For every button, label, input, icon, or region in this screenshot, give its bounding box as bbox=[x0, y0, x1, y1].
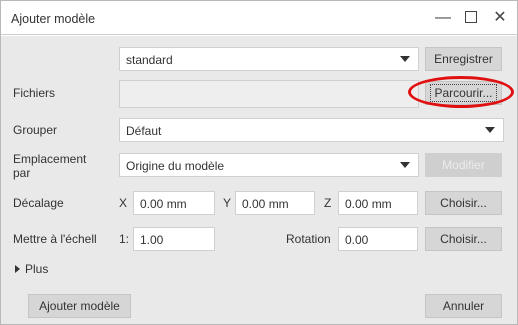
browse-button[interactable]: Parcourir... bbox=[425, 81, 502, 105]
chevron-down-icon bbox=[400, 56, 410, 62]
minimize-icon[interactable]: — bbox=[429, 6, 457, 30]
rotation-input[interactable]: 0.00 bbox=[338, 227, 418, 251]
more-toggle[interactable]: Plus bbox=[15, 262, 48, 276]
group-label: Grouper bbox=[13, 123, 58, 137]
files-label: Fichiers bbox=[13, 86, 56, 100]
offset-y-input[interactable]: 0.00 mm bbox=[235, 191, 315, 215]
location-label: Emplacement par bbox=[13, 152, 87, 180]
offset-x-label: X bbox=[119, 196, 128, 210]
location-select-value: Origine du modèle bbox=[126, 159, 225, 173]
offset-z-label: Z bbox=[324, 196, 332, 210]
scale-prefix: 1: bbox=[119, 232, 130, 246]
scale-label: Mettre à l'échell bbox=[13, 232, 97, 246]
group-select[interactable]: Défaut bbox=[119, 118, 504, 142]
window-title: Ajouter modèle bbox=[11, 12, 96, 26]
offset-y-value: 0.00 mm bbox=[242, 197, 289, 211]
modify-button[interactable]: Modifier bbox=[425, 153, 502, 177]
cancel-button[interactable]: Annuler bbox=[425, 294, 502, 318]
scale-value: 1.00 bbox=[140, 233, 164, 247]
template-select-value: standard bbox=[126, 53, 173, 67]
save-button[interactable]: Enregistrer bbox=[425, 47, 502, 71]
add-model-button[interactable]: Ajouter modèle bbox=[28, 294, 131, 318]
offset-label: Décalage bbox=[13, 196, 64, 210]
choose-offset-button[interactable]: Choisir... bbox=[425, 191, 502, 215]
more-label: Plus bbox=[25, 262, 49, 276]
choose-scale-button[interactable]: Choisir... bbox=[425, 227, 502, 251]
offset-z-input[interactable]: 0.00 mm bbox=[338, 191, 418, 215]
browse-button-label: Parcourir... bbox=[430, 84, 497, 102]
location-select[interactable]: Origine du modèle bbox=[119, 153, 419, 177]
title-bar[interactable]: Ajouter modèle — ✕ bbox=[1, 1, 517, 35]
offset-y-label: Y bbox=[223, 196, 232, 210]
group-select-value: Défaut bbox=[126, 124, 162, 138]
chevron-down-icon bbox=[400, 162, 410, 168]
chevron-right-icon bbox=[15, 265, 20, 273]
close-icon[interactable]: ✕ bbox=[486, 6, 514, 30]
chevron-down-icon bbox=[485, 127, 495, 133]
rotation-value: 0.00 bbox=[345, 233, 369, 247]
files-input[interactable] bbox=[119, 80, 419, 108]
offset-x-input[interactable]: 0.00 mm bbox=[133, 191, 215, 215]
scale-input[interactable]: 1.00 bbox=[133, 227, 215, 251]
maximize-icon[interactable] bbox=[457, 6, 485, 30]
add-model-dialog: Ajouter modèle — ✕ standard Enregistrer … bbox=[0, 0, 518, 325]
offset-x-value: 0.00 mm bbox=[140, 197, 187, 211]
offset-z-value: 0.00 mm bbox=[345, 197, 392, 211]
rotation-label: Rotation bbox=[286, 232, 331, 246]
template-select[interactable]: standard bbox=[119, 47, 419, 71]
dialog-body: standard Enregistrer Fichiers Parcourir.… bbox=[1, 36, 517, 324]
